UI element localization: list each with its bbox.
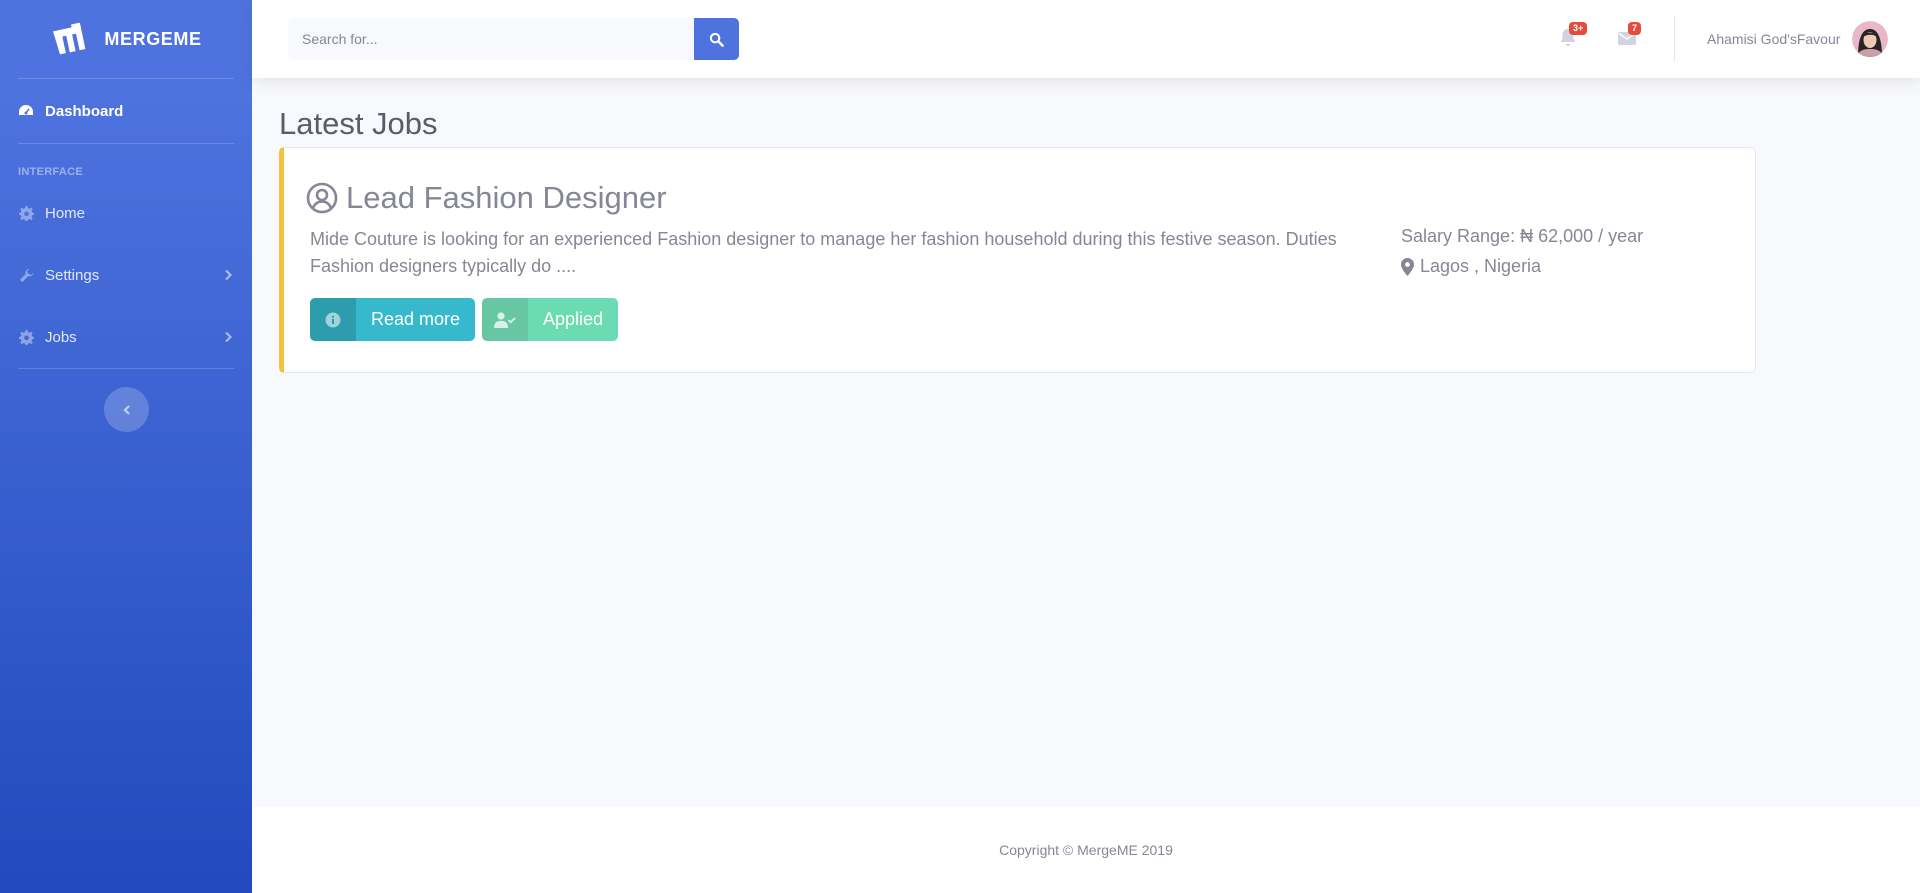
sidebar-toggle-button[interactable] (104, 387, 149, 432)
search-icon (709, 32, 724, 47)
search-input[interactable] (288, 18, 694, 60)
user-circle-icon (306, 182, 338, 214)
alerts-button[interactable]: 3+ (1559, 22, 1588, 48)
brand-name: MERGEME (104, 28, 202, 49)
cog-icon (18, 329, 34, 345)
sidebar: MERGEME Dashboard Interface Home (0, 0, 252, 893)
job-title-text: Lead Fashion Designer (346, 180, 667, 215)
user-check-icon (482, 298, 528, 341)
info-circle-icon (310, 298, 356, 341)
job-location-text: Lagos , Nigeria (1420, 256, 1542, 276)
map-marker-icon (1401, 257, 1414, 276)
sidebar-item-label: Dashboard (45, 102, 124, 120)
footer: Copyright © MergeME 2019 (252, 807, 1920, 893)
sidebar-item-home[interactable]: Home (0, 182, 252, 244)
copyright-text: Copyright © MergeME 2019 (999, 842, 1173, 858)
avatar[interactable] (1852, 21, 1888, 57)
job-description: Mide Couture is looking for an experienc… (310, 229, 1337, 276)
chevron-right-icon (225, 269, 233, 281)
sidebar-item-label: Settings (45, 266, 100, 284)
topbar-divider (1674, 16, 1675, 62)
sidebar-item-label: Jobs (45, 328, 77, 346)
messages-button[interactable]: 7 (1618, 22, 1642, 48)
search-bar (288, 18, 739, 60)
sidebar-heading: Interface (18, 166, 84, 178)
tachometer-icon (18, 103, 34, 119)
search-button[interactable] (694, 18, 739, 60)
topbar: 3+ 7 Ahamisi God'sFavour (252, 0, 1920, 78)
job-title[interactable]: Lead Fashion Designer (306, 180, 667, 216)
job-card: Lead Fashion Designer Mide Couture is lo… (279, 147, 1756, 373)
messages-count-badge: 7 (1628, 22, 1642, 35)
mergeme-logo-icon (53, 22, 86, 55)
sidebar-item-dashboard[interactable]: Dashboard (0, 79, 252, 143)
brand[interactable]: MERGEME (0, 0, 252, 78)
page-title: Latest Jobs (279, 106, 438, 141)
applied-label: Applied (543, 309, 604, 329)
job-location: Lagos , Nigeria (1401, 256, 1541, 277)
sidebar-item-jobs[interactable]: Jobs (0, 306, 252, 368)
chevron-left-icon (122, 404, 130, 415)
cog-icon (18, 205, 34, 221)
sidebar-item-settings[interactable]: Settings (0, 244, 252, 306)
job-salary: Salary Range: ₦ 62,000 / year (1401, 226, 1644, 246)
sidebar-divider (18, 368, 234, 369)
alerts-count-badge: 3+ (1569, 22, 1588, 35)
applied-button[interactable]: Applied (482, 298, 619, 341)
read-more-label: Read more (371, 309, 461, 329)
sidebar-item-label: Home (45, 204, 86, 222)
user-name[interactable]: Ahamisi God'sFavour (1707, 31, 1840, 47)
chevron-right-icon (225, 331, 233, 343)
read-more-button[interactable]: Read more (310, 298, 476, 341)
wrench-icon (18, 267, 34, 283)
